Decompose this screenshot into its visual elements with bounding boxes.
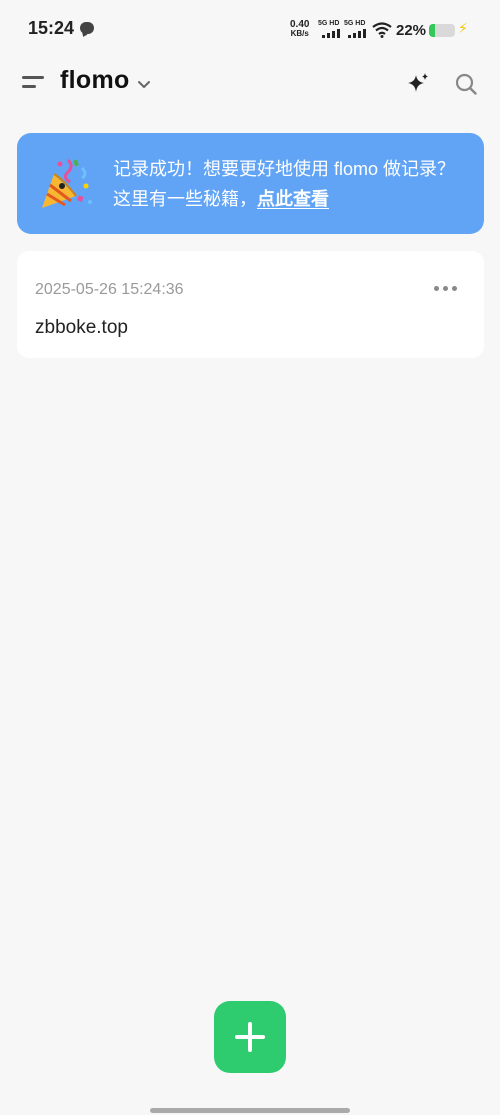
memo-content[interactable]: zbboke.top (35, 317, 128, 339)
network-speed-unit: KB/s (290, 29, 309, 38)
add-memo-button[interactable] (214, 1001, 286, 1073)
status-time: 15:24 (28, 18, 75, 38)
memo-card[interactable]: 2025-05-26 15:24:36 zbboke.top (17, 251, 484, 358)
wifi-icon (372, 22, 392, 38)
more-icon[interactable] (434, 281, 458, 295)
memo-timestamp: 2025-05-26 15:24:36 (35, 281, 184, 298)
banner-view-link[interactable]: 点此查看 (257, 189, 329, 209)
battery-percent: 22% (396, 22, 427, 39)
signal-sim1-icon: 5G HD (318, 20, 344, 38)
chat-notification-icon (80, 22, 94, 34)
app-header: flomo (0, 58, 500, 110)
network-speed: 0.40 KB/s (290, 20, 309, 39)
screen: 15:24 0.40 KB/s 5G HD 5G HD 22% ⚡ flomo … (0, 0, 500, 1115)
app-title[interactable]: flomo (60, 66, 130, 95)
party-popper-icon (42, 158, 92, 208)
sim1-label: 5G HD (318, 20, 340, 27)
sim2-label: 5G HD (344, 20, 366, 27)
sparkle-icon[interactable] (405, 71, 431, 97)
plus-icon (235, 1022, 265, 1052)
search-icon[interactable] (454, 72, 478, 96)
battery-icon (429, 24, 455, 37)
status-bar: 15:24 0.40 KB/s 5G HD 5G HD 22% ⚡ (0, 0, 500, 58)
chevron-down-icon[interactable] (136, 76, 152, 92)
home-indicator[interactable] (150, 1108, 350, 1113)
banner-message: 记录成功！想要更好地使用 flomo 做记录？这里有一些秘籍，点此查看 (113, 154, 473, 214)
signal-sim2-icon: 5G HD (344, 20, 370, 38)
menu-icon[interactable] (22, 76, 44, 90)
charging-icon: ⚡ (458, 20, 468, 36)
